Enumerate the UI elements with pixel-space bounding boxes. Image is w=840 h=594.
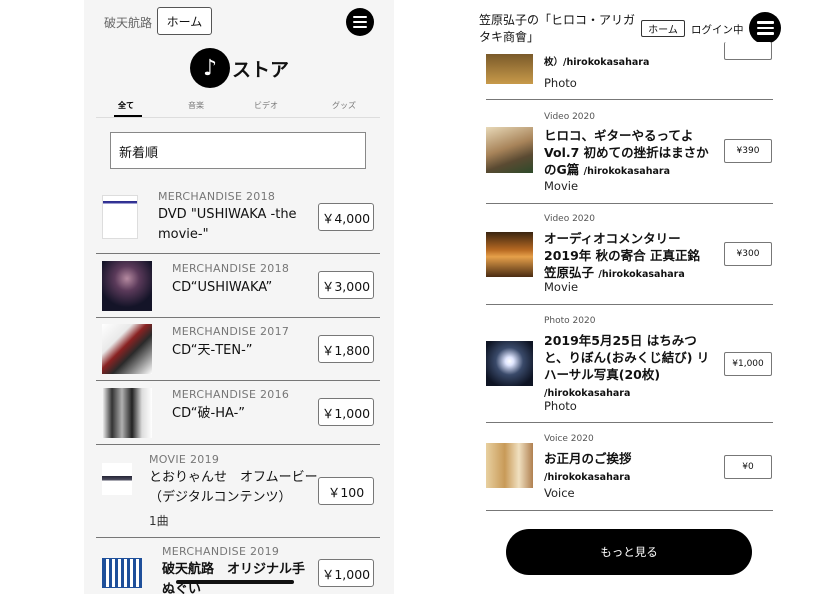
item-category: MERCHANDISE 2018 — [158, 190, 276, 203]
price-button[interactable]: ¥390 — [724, 139, 772, 163]
item-thumbnail — [102, 195, 138, 239]
price-button[interactable]: ￥4,000 — [318, 203, 374, 231]
price-button[interactable] — [724, 42, 772, 60]
store-title-label: ストア — [232, 58, 290, 81]
item-title: とおりゃんせ オフムービー（デジタルコンテンツ） — [149, 470, 318, 505]
list-item[interactable]: Video 2020 オーディオコメンタリー 2019年 秋の寄合 正真正銘 笠… — [486, 204, 773, 305]
item-thumbnail — [102, 558, 142, 588]
hamburger-menu-icon[interactable] — [749, 12, 781, 44]
list-item[interactable]: Voice 2020 お正月のご挨拶 /hirokokasahara Voice… — [486, 423, 773, 511]
item-thumbnail — [102, 261, 152, 311]
item-kind: Movie — [544, 280, 579, 294]
item-kind: Photo — [544, 399, 577, 413]
list-item[interactable]: MERCHANDISE 2019 破天航路 オリジナル手ぬぐい ￥1,000 — [96, 538, 380, 594]
home-indicator — [176, 580, 294, 584]
tab-goods[interactable]: グッズ — [332, 100, 356, 111]
item-track-count: 1曲 — [149, 514, 169, 528]
item-title: 破天航路 オリジナル手ぬぐい — [162, 562, 306, 594]
item-category: Video 2020 — [544, 112, 595, 122]
load-more-button[interactable]: もっと見る — [506, 529, 752, 575]
item-author[interactable]: /hirokokasahara — [544, 472, 630, 483]
item-thumbnail — [486, 443, 533, 488]
site-brand[interactable]: 笠原弘子の「ヒロコ・アリガタキ商會」 — [479, 12, 639, 46]
item-thumbnail — [486, 341, 533, 386]
item-title: CD“USHIWAKA” — [172, 280, 273, 295]
item-thumbnail — [486, 232, 533, 277]
home-button[interactable]: ホーム — [157, 7, 212, 35]
price-button[interactable]: ￥1,000 — [318, 398, 374, 426]
price-button[interactable]: ￥1,800 — [318, 335, 374, 363]
item-category: Voice 2020 — [544, 434, 594, 444]
price-button[interactable]: ￥1,000 — [318, 559, 374, 587]
item-title: 2019年5月25日 はちみつと、りぼん(おみくじ結び) リハーサル写真(20枚… — [544, 333, 710, 399]
item-category: MERCHANDISE 2017 — [172, 325, 290, 338]
store-screen-left: 破天航路 ホーム ♪ ストア 全て 音楽 ビデオ グッズ 新着順 MERCHAN… — [84, 0, 394, 594]
price-button[interactable]: ¥1,000 — [724, 352, 772, 376]
item-author[interactable]: /hirokokasahara — [544, 388, 630, 399]
item-author[interactable]: /hirokokasahara — [598, 269, 684, 280]
item-title: ヒロコ、ギターやるってよ Vol.7 初めての挫折はまさかのG篇 /hiroko… — [544, 128, 709, 177]
site-brand[interactable]: 破天航路 — [104, 14, 152, 31]
hamburger-menu-icon[interactable] — [346, 8, 374, 36]
sort-select[interactable]: 新着順 — [110, 132, 366, 169]
price-button[interactable]: ￥3,000 — [318, 271, 374, 299]
page-title: ♪ ストア — [190, 48, 289, 88]
home-button[interactable]: ホーム — [641, 20, 685, 37]
item-thumbnail — [486, 54, 533, 84]
list-item[interactable]: Video 2020 ヒロコ、ギターやるってよ Vol.7 初めての挫折はまさか… — [486, 100, 773, 204]
item-category: MERCHANDISE 2016 — [172, 388, 290, 401]
list-item[interactable]: MERCHANDISE 2016 CD“破-HA-” ￥1,000 — [96, 381, 380, 445]
price-button[interactable]: ¥300 — [724, 242, 772, 266]
item-thumbnail — [102, 324, 152, 374]
store-screen-right: 笠原弘子の「ヒロコ・アリガタキ商會」 ホーム ログイン中 枚）/hirokoka… — [470, 0, 790, 594]
item-category: MERCHANDISE 2019 — [162, 545, 280, 558]
item-kind: Voice — [544, 486, 575, 500]
active-tab-indicator — [114, 115, 142, 117]
list-item[interactable]: 枚）/hirokokasahara Photo — [486, 42, 773, 100]
item-thumbnail — [102, 463, 132, 495]
item-title: CD“破-HA-” — [172, 406, 246, 421]
item-title: お正月のご挨拶 /hirokokasahara — [544, 451, 632, 483]
item-title: CD“天-TEN-” — [172, 343, 253, 358]
tab-all[interactable]: 全て — [118, 100, 134, 111]
category-tabs: 全て 音楽 ビデオ グッズ — [96, 96, 380, 118]
item-title: 枚）/hirokokasahara — [544, 57, 650, 68]
list-item[interactable]: MOVIE 2019 とおりゃんせ オフムービー（デジタルコンテンツ） 1曲 ￥… — [96, 445, 380, 538]
item-title: オーディオコメンタリー 2019年 秋の寄合 正真正銘 笠原弘子 /hiroko… — [544, 231, 700, 280]
list-item[interactable]: MERCHANDISE 2018 DVD "USHIWAKA -the movi… — [96, 183, 380, 254]
item-author[interactable]: /hirokokasahara — [584, 166, 670, 177]
login-status[interactable]: ログイン中 — [691, 22, 744, 37]
item-kind: Movie — [544, 179, 579, 193]
item-title: DVD "USHIWAKA -the movie-" — [158, 207, 297, 242]
item-category: Photo 2020 — [544, 316, 596, 326]
music-note-icon: ♪ — [190, 48, 230, 88]
item-category: Video 2020 — [544, 214, 595, 224]
list-item[interactable]: Photo 2020 2019年5月25日 はちみつと、りぼん(おみくじ結び) … — [486, 305, 773, 423]
tab-video[interactable]: ビデオ — [254, 100, 278, 111]
item-thumbnail — [102, 388, 152, 438]
item-thumbnail — [486, 127, 533, 173]
item-category: MERCHANDISE 2018 — [172, 262, 290, 275]
tab-music[interactable]: 音楽 — [188, 100, 204, 111]
item-category: MOVIE 2019 — [149, 453, 220, 466]
list-item[interactable]: MERCHANDISE 2017 CD“天-TEN-” ￥1,800 — [96, 318, 380, 381]
price-button[interactable]: ￥100 — [318, 477, 374, 505]
list-item[interactable]: MERCHANDISE 2018 CD“USHIWAKA” ￥3,000 — [96, 254, 380, 318]
item-kind: Photo — [544, 76, 577, 90]
price-button[interactable]: ¥0 — [724, 455, 772, 479]
